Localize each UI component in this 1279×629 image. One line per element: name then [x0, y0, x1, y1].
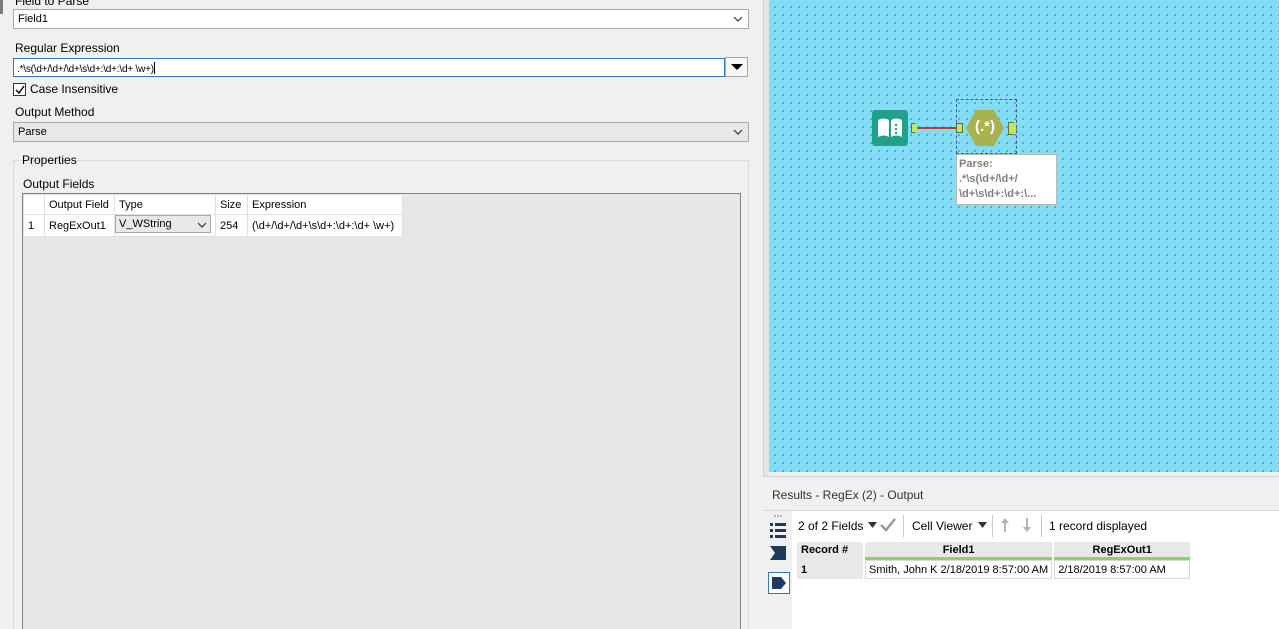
regex-input[interactable]: .*\s(\d+/\d+/\d+\s\d+:\d+:\d+ \w+) [13, 58, 725, 77]
results-title: Results - RegEx (2) - Output [772, 488, 924, 502]
checkmark-icon[interactable] [880, 518, 896, 532]
panel-edge [0, 0, 3, 14]
field-to-parse-label: Field to Parse [15, 0, 90, 8]
output-fields-table: Output Field Type Size Expression 1 RegE… [23, 194, 403, 237]
dropdown-arrow-icon[interactable] [978, 522, 987, 528]
regex-configuration-panel: Field to Parse Field1 Regular Expression… [0, 0, 763, 629]
triangle-down-icon [731, 64, 743, 70]
results-toolbar: 2 of 2 Fields Cell Viewer 1 record displ… [792, 511, 1279, 541]
type-dropdown-value: V_WString [119, 218, 172, 230]
case-insensitive-label: Case Insensitive [30, 82, 119, 96]
regex-tool[interactable]: (.*) [965, 108, 1005, 148]
fields-selector-label[interactable]: 2 of 2 Fields [798, 519, 863, 533]
regex-input-value: .*\s(\d+/\d+/\d+\s\d+:\d+:\d+ \w+) [17, 62, 155, 75]
results-header-record[interactable]: Record # [797, 542, 863, 560]
output-method-dropdown[interactable]: Parse [13, 122, 749, 142]
grid-cell-size[interactable]: 254 [215, 214, 248, 237]
toolbar-divider [903, 515, 904, 537]
data-view-button[interactable] [768, 572, 790, 594]
output-fields-label: Output Fields [23, 177, 95, 191]
grid-header-expression: Expression [247, 194, 403, 215]
dropdown-arrow-icon[interactable] [868, 522, 877, 528]
annotation-line: \d+\s\d+:\d+:\... [959, 188, 1037, 200]
grip-icon [774, 515, 782, 517]
grid-header-size: Size [215, 194, 248, 215]
regex-tool-glyph: (.*) [975, 118, 995, 135]
chevron-down-icon [733, 129, 743, 135]
grid-header-type: Type [114, 194, 216, 215]
cell-viewer-button[interactable]: Cell Viewer [912, 519, 972, 533]
book-icon [878, 118, 902, 137]
output-anchor[interactable] [911, 123, 918, 133]
tool-annotation: Parse: .*\s(\d+/\d+/ \d+\s\d+:\d+:\... [956, 154, 1057, 205]
annotation-line: Parse: [959, 158, 993, 170]
list-view-icon[interactable] [769, 521, 787, 539]
regex-helper-dropdown-button[interactable] [725, 57, 748, 77]
results-cell-field1[interactable]: Smith, John K 2/18/2019 8:57:00 AM [865, 560, 1053, 579]
annotation-line: .*\s(\d+/\d+/ [959, 173, 1018, 185]
field-to-parse-dropdown[interactable]: Field1 [13, 9, 749, 29]
results-header-regexout1[interactable]: RegExOut1 [1054, 542, 1191, 560]
grid-cell-type[interactable]: V_WString [114, 214, 216, 237]
toolbar-divider [992, 515, 993, 537]
table-row[interactable]: 1 Smith, John K 2/18/2019 8:57:00 AM 2/1… [797, 560, 1191, 579]
output-fields-grid: Output Field Type Size Expression 1 RegE… [22, 193, 741, 629]
chevron-down-icon [197, 222, 207, 228]
output-method-label: Output Method [15, 105, 95, 119]
grid-header-row: Output Field Type Size Expression [23, 194, 403, 215]
data-arrow-icon [772, 577, 786, 589]
grid-row-number: 1 [23, 214, 45, 237]
results-header-field1[interactable]: Field1 [865, 542, 1053, 560]
chevron-down-icon [733, 16, 743, 22]
arrow-up-icon[interactable] [1000, 517, 1010, 533]
grid-row[interactable]: 1 RegExOut1 V_WString 254 (\d+/\d+/\d+\s… [23, 214, 403, 237]
checkmark-icon [15, 85, 25, 95]
record-count: 1 record displayed [1049, 519, 1148, 533]
metadata-tag-icon[interactable] [769, 544, 787, 562]
results-pane: Results - RegEx (2) - Output 2 of 2 Fiel… [763, 476, 1279, 629]
arrow-down-icon[interactable] [1022, 517, 1032, 533]
regex-label: Regular Expression [15, 41, 120, 55]
field-to-parse-value: Field1 [18, 13, 48, 25]
properties-label: Properties [22, 153, 77, 167]
results-side-toolbar [763, 511, 792, 629]
type-dropdown[interactable]: V_WString [115, 215, 211, 233]
grid-cell-expression[interactable]: (\d+/\d+/\d+\s\d+:\d+:\d+ \w+) [247, 214, 403, 237]
results-cell-regexout1[interactable]: 2/18/2019 8:57:00 AM [1054, 560, 1191, 579]
results-table: Record # Field1 RegExOut1 1 Smith, John … [795, 542, 1192, 579]
connection-line[interactable] [918, 127, 958, 129]
grid-header-output-field: Output Field [44, 194, 115, 215]
grid-cell-output-field[interactable]: RegExOut1 [44, 214, 115, 237]
output-method-value: Parse [18, 126, 47, 138]
workflow-canvas[interactable]: (.*) Parse: .*\s(\d+/\d+/ \d+\s\d+:\d+:\..… [769, 0, 1279, 472]
toolbar-divider [1041, 515, 1042, 537]
results-header-row: Record # Field1 RegExOut1 [797, 542, 1191, 560]
grid-corner-cell [23, 194, 45, 215]
results-cell-record[interactable]: 1 [797, 560, 863, 579]
case-insensitive-checkbox[interactable] [13, 83, 26, 96]
input-data-tool[interactable] [872, 110, 908, 146]
